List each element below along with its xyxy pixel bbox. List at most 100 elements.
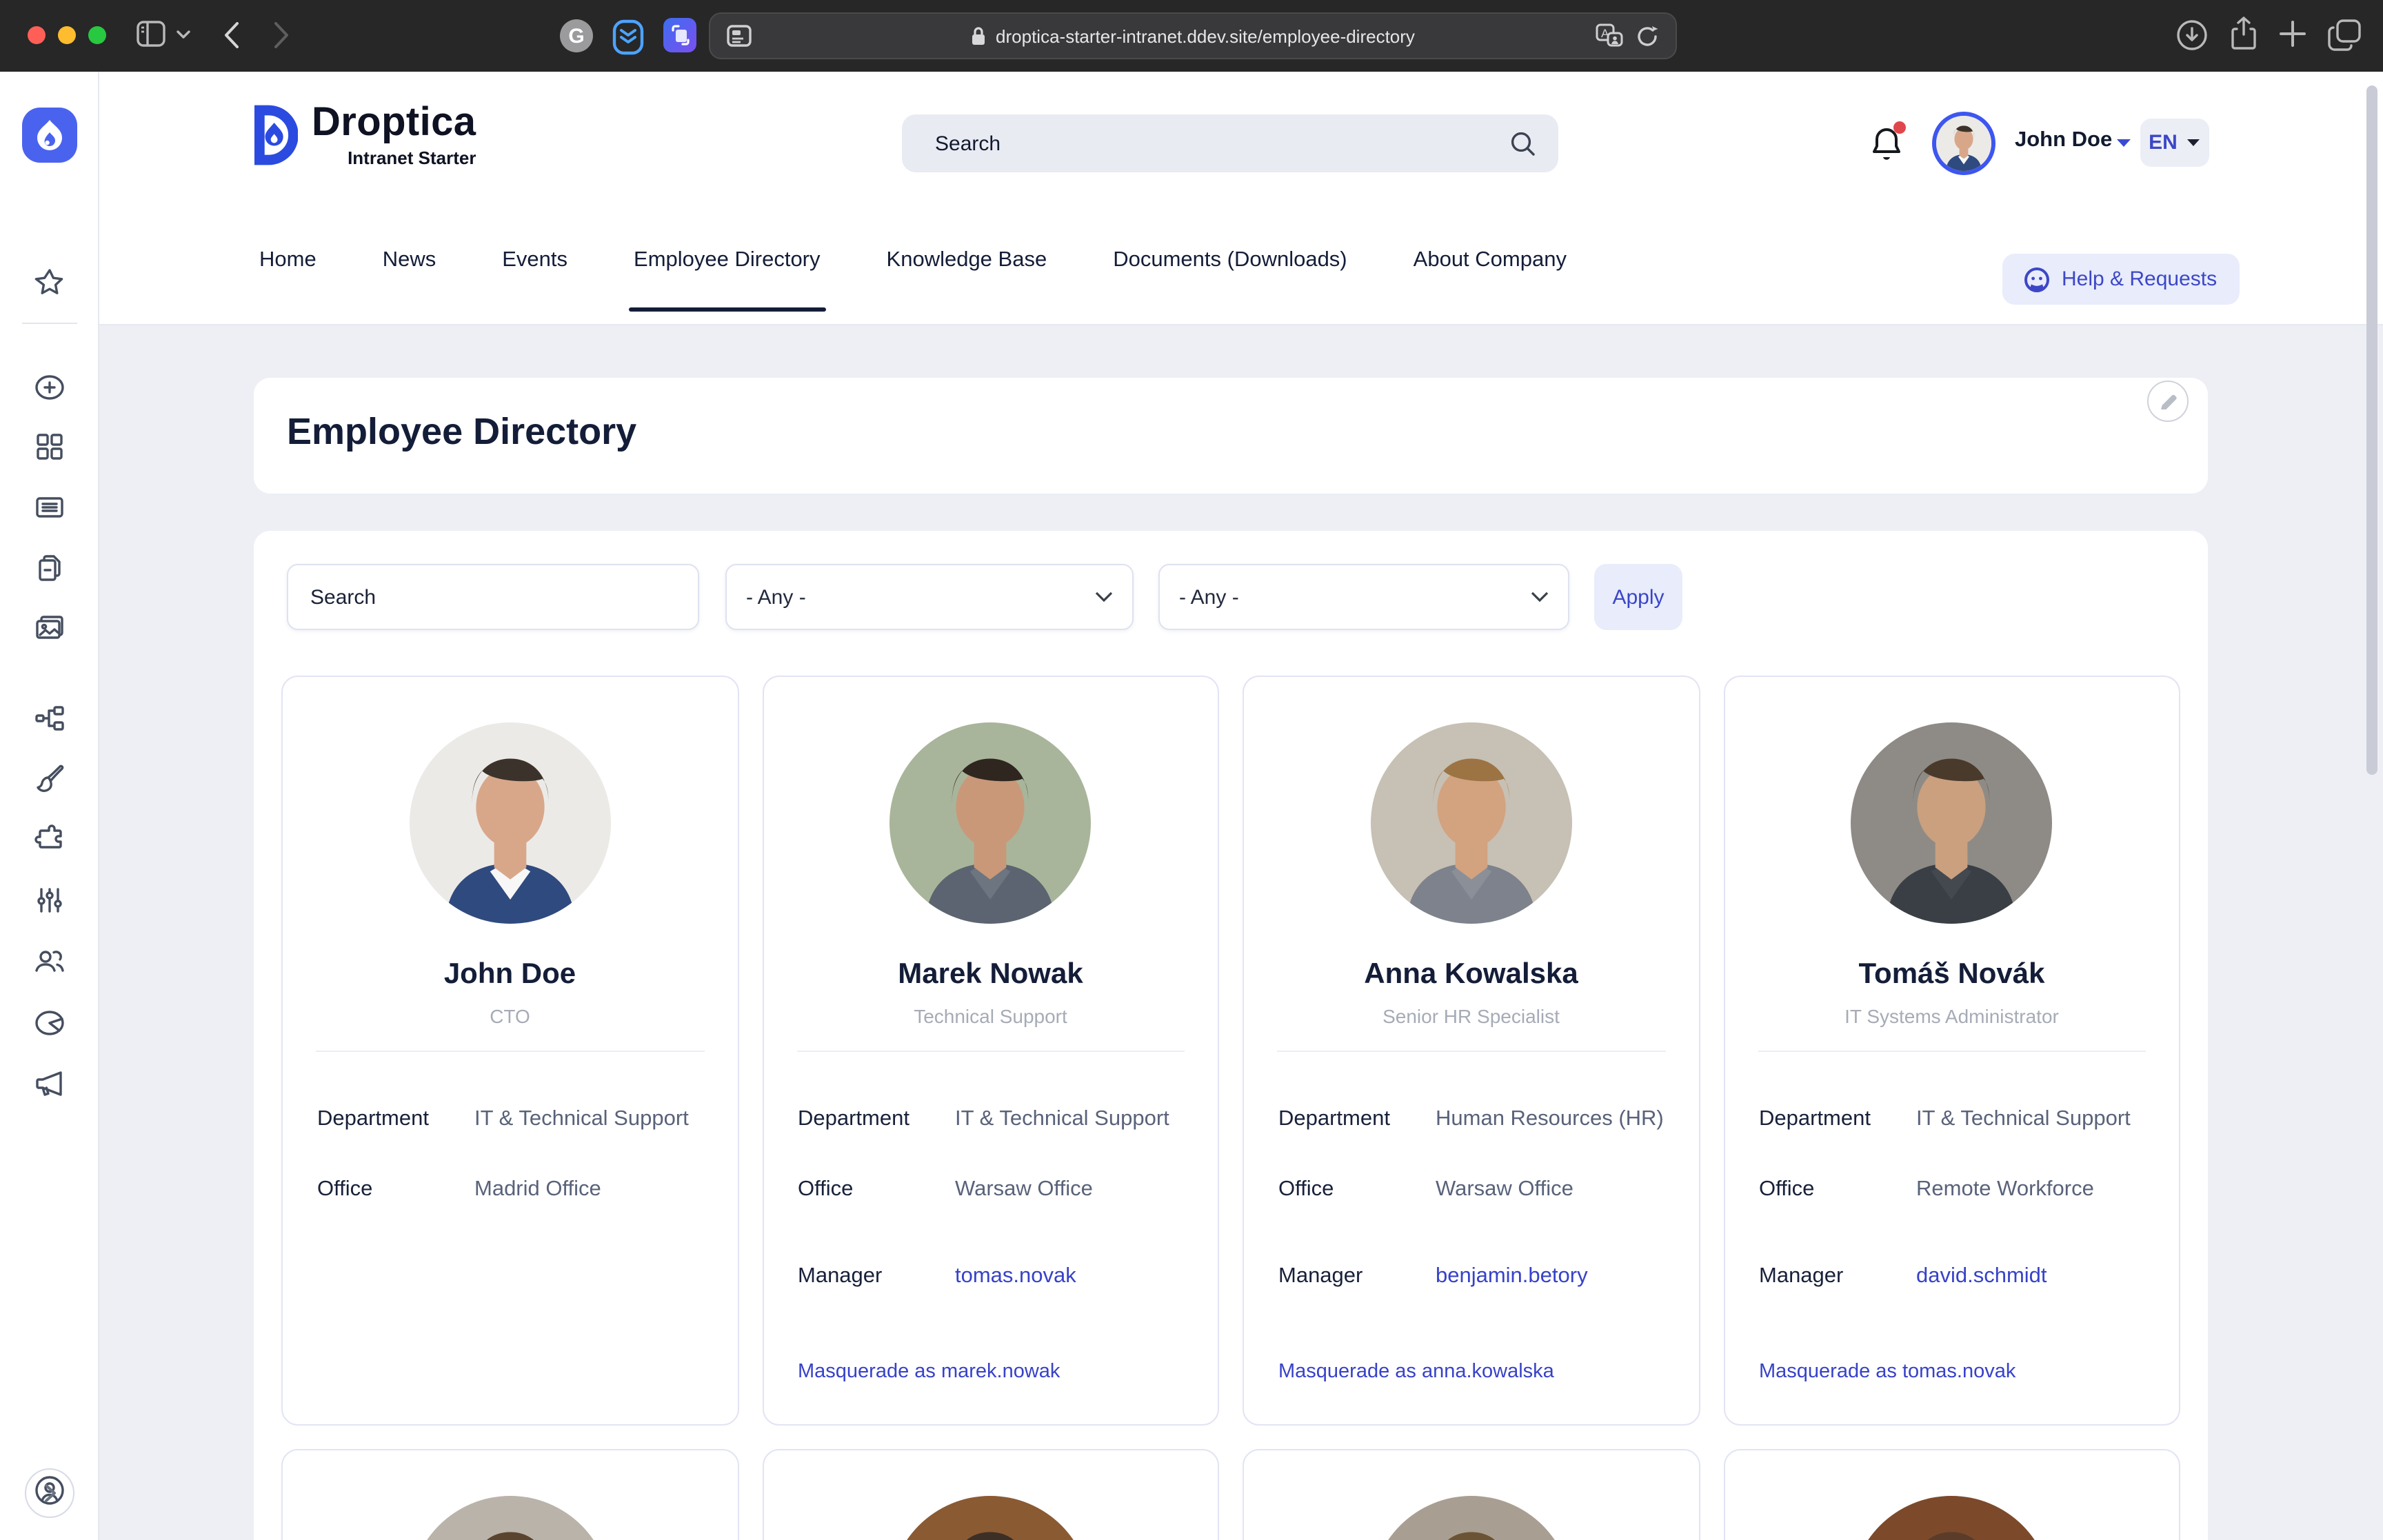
edit-page-button[interactable] [2147, 381, 2189, 422]
add-content-icon[interactable] [33, 371, 66, 404]
address-bar[interactable]: droptica-starter-intranet.ddev.site/empl… [709, 12, 1677, 59]
extension-shield-icon[interactable] [612, 19, 644, 55]
filter-office-select[interactable]: - Any - [1158, 564, 1569, 630]
site-logo[interactable]: Droptica Intranet Starter [248, 102, 476, 168]
filter-search[interactable] [287, 564, 699, 630]
zoom-window-button[interactable] [88, 26, 106, 44]
configuration-sliders-icon[interactable] [33, 884, 66, 917]
user-avatar[interactable] [1932, 112, 1995, 175]
blocks-grid-icon[interactable] [33, 430, 66, 463]
global-search[interactable] [902, 114, 1558, 172]
expand-sidebar-button[interactable] [25, 1468, 74, 1518]
shortcuts-star-icon[interactable] [33, 266, 66, 299]
manager-row: Manager david.schmidt [1759, 1262, 2144, 1292]
employee-card[interactable]: Anna Kowalska Senior HR Specialist Depar… [1243, 676, 1700, 1426]
employee-photo [1851, 722, 2053, 924]
downloads-icon[interactable] [2176, 19, 2208, 51]
card-divider [316, 1051, 704, 1052]
sidebar-divider [22, 323, 77, 324]
url-text[interactable]: droptica-starter-intranet.ddev.site/empl… [996, 26, 1415, 46]
global-search-input[interactable] [932, 130, 1510, 156]
scrollbar-thumb[interactable] [2366, 85, 2377, 775]
employee-photo [1371, 722, 1572, 924]
manager-link[interactable]: tomas.novak [955, 1262, 1076, 1292]
extension-grammarly-icon[interactable]: G [560, 19, 593, 52]
manager-link[interactable]: david.schmidt [1916, 1262, 2047, 1292]
forward-button[interactable] [274, 22, 290, 48]
extend-puzzle-icon[interactable] [33, 823, 66, 856]
nav-employee-directory[interactable]: Employee Directory [634, 242, 821, 278]
office-value: Remote Workforce [1916, 1175, 2094, 1205]
pages-icon[interactable] [33, 551, 66, 585]
chevron-down-icon [1531, 591, 1549, 602]
page-title: Employee Directory [287, 411, 636, 454]
reload-icon[interactable] [1636, 24, 1659, 48]
employee-role: Technical Support [763, 1004, 1218, 1029]
people-icon[interactable] [33, 944, 66, 977]
nav-knowledge-base[interactable]: Knowledge Base [887, 242, 1047, 278]
screen: G droptica-starter-intranet.ddev.site/em… [0, 0, 2383, 1540]
announcements-megaphone-icon[interactable] [33, 1067, 66, 1100]
masquerade-link[interactable]: Masquerade as marek.nowak [798, 1358, 1060, 1386]
apply-filters-button[interactable]: Apply [1594, 564, 1682, 630]
office-label: Office [317, 1175, 474, 1205]
department-label: Department [1759, 1104, 1916, 1135]
translate-icon[interactable]: A [1596, 23, 1623, 48]
employee-card-partial[interactable] [762, 1449, 1219, 1540]
employee-card-partial[interactable] [1723, 1449, 2180, 1540]
close-window-button[interactable] [28, 26, 46, 44]
filter-department-select[interactable]: - Any - [725, 564, 1134, 630]
media-icon[interactable] [33, 612, 66, 645]
manager-link[interactable]: benjamin.betory [1436, 1262, 1588, 1292]
nav-documents-downloads[interactable]: Documents (Downloads) [1113, 242, 1347, 278]
manager-label: Manager [1759, 1262, 1916, 1292]
office-row: Office Remote Workforce [1759, 1175, 2144, 1205]
help-requests-button[interactable]: Help & Requests [2002, 254, 2239, 305]
structure-icon[interactable] [33, 702, 66, 735]
appearance-brush-icon[interactable] [33, 762, 66, 796]
sidebar-chevron-down-icon[interactable] [177, 30, 190, 40]
filter-search-input[interactable] [308, 584, 678, 610]
user-menu-chevron-icon[interactable] [2115, 138, 2132, 149]
employee-card[interactable]: Marek Nowak Technical Support Department… [762, 676, 1219, 1426]
notifications-bell-icon[interactable] [1869, 125, 1904, 164]
user-name[interactable]: John Doe [2015, 128, 2112, 153]
nav-events[interactable]: Events [502, 242, 567, 278]
main-nav: Home News Events Employee Directory Know… [259, 196, 1567, 324]
nav-about-company[interactable]: About Company [1414, 242, 1567, 278]
manager-label: Manager [1278, 1262, 1436, 1292]
new-tab-icon[interactable] [2280, 21, 2306, 47]
employee-card-partial[interactable] [1243, 1449, 1700, 1540]
office-label: Office [1278, 1175, 1436, 1205]
droptica-logo-icon [248, 102, 298, 168]
content-icon[interactable] [33, 491, 66, 524]
employee-directory-view: - Any - - Any - Apply John Doe CTO Depar… [254, 531, 2208, 1540]
share-icon[interactable] [2230, 17, 2258, 51]
office-label: Office [1759, 1175, 1916, 1205]
search-icon[interactable] [1510, 130, 1536, 156]
employee-name: Tomáš Novák [1725, 957, 2179, 993]
department-value: IT & Technical Support [955, 1104, 1169, 1135]
drupal-logo-icon[interactable] [22, 108, 77, 163]
tab-overview-icon[interactable] [2328, 19, 2361, 51]
reports-pie-icon[interactable] [33, 1006, 66, 1040]
back-button[interactable] [223, 22, 239, 48]
masquerade-link[interactable]: Masquerade as tomas.novak [1759, 1358, 2015, 1386]
employee-card[interactable]: Tomáš Novák IT Systems Administrator Dep… [1723, 676, 2180, 1426]
card-divider [796, 1051, 1185, 1052]
minimize-window-button[interactable] [58, 26, 76, 44]
masquerade-link[interactable]: Masquerade as anna.kowalska [1278, 1358, 1554, 1386]
nav-home[interactable]: Home [259, 242, 316, 278]
browser-chrome: G droptica-starter-intranet.ddev.site/em… [0, 0, 2383, 72]
chevron-down-icon [1095, 591, 1113, 602]
extension-device-icon[interactable] [663, 18, 696, 52]
language-selector[interactable]: EN [2140, 119, 2209, 167]
employee-card-partial[interactable] [281, 1449, 738, 1540]
sidebar-toggle-icon[interactable] [137, 21, 165, 47]
office-label: Office [798, 1175, 955, 1205]
language-code: EN [2149, 131, 2178, 154]
nav-news[interactable]: News [383, 242, 436, 278]
admin-sidebar [0, 72, 99, 1540]
department-value: IT & Technical Support [1916, 1104, 2131, 1135]
employee-card[interactable]: John Doe CTO Department IT & Technical S… [281, 676, 738, 1426]
